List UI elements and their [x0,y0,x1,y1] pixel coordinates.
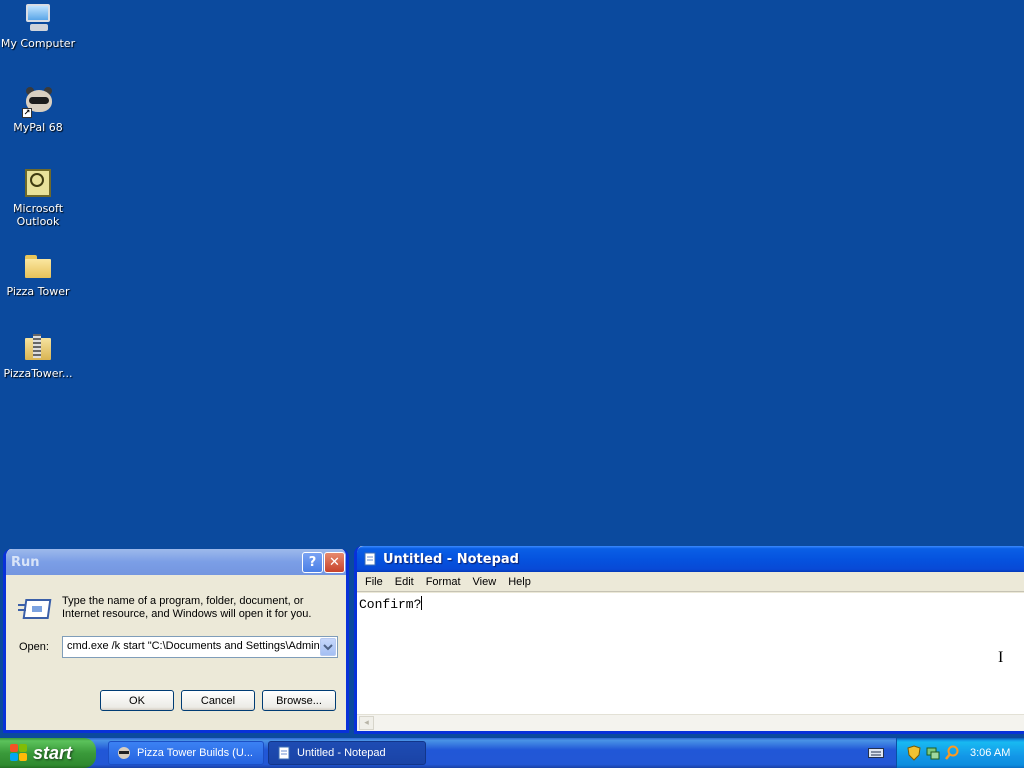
menu-edit[interactable]: Edit [389,576,420,588]
search-icon[interactable] [944,745,960,761]
menu-file[interactable]: File [359,576,389,588]
folder-icon [22,250,54,282]
run-title: Run [11,554,40,570]
task-label: Untitled - Notepad [297,747,386,759]
menu-help[interactable]: Help [502,576,537,588]
desktop-icon-outlook[interactable]: Microsoft Outlook [0,167,76,228]
outlook-icon [22,167,54,199]
help-button[interactable]: ? [302,552,323,573]
run-titlebar[interactable]: Run ? ✕ [6,549,346,575]
my-computer-icon [22,2,54,34]
mypal-icon: ↗ [22,86,54,118]
desktop-icon-label: MyPal 68 [13,121,63,134]
mypal-icon [118,747,130,759]
zip-folder-icon [22,332,54,364]
notepad-window: Untitled - Notepad File Edit Format View… [354,546,1024,734]
desktop-icon-label: PizzaTower... [3,367,73,380]
menu-view[interactable]: View [467,576,503,588]
tray-clock[interactable]: 3:06 AM [970,747,1010,759]
notepad-text-area[interactable]: Confirm? I ◂ [357,593,1024,731]
start-button[interactable]: start [0,738,96,768]
ibeam-cursor-icon: I [998,649,1004,666]
taskbar-item-notepad[interactable]: Untitled - Notepad [268,741,426,765]
windows-logo-icon [10,744,28,762]
run-program-icon [18,596,52,622]
keyboard-icon[interactable] [868,747,884,759]
scroll-left-icon[interactable]: ◂ [359,716,374,730]
desktop-icon-label: Microsoft Outlook [12,202,64,228]
cancel-button[interactable]: Cancel [181,690,255,711]
task-label: Pizza Tower Builds (U... [137,747,253,759]
notepad-titlebar[interactable]: Untitled - Notepad [357,546,1024,572]
notepad-icon [278,746,290,760]
horizontal-scrollbar[interactable]: ◂ [357,714,1024,731]
network-icon[interactable] [925,745,941,761]
desktop-icon-my-computer[interactable]: My Computer [0,2,76,50]
taskbar-item-pizza-tower-builds[interactable]: Pizza Tower Builds (U... [108,741,264,765]
dropdown-arrow-button[interactable] [320,638,336,656]
shortcut-arrow-icon: ↗ [22,108,32,118]
notepad-icon [364,552,376,566]
desktop-icon-pizza-tower-zip[interactable]: PizzaTower... [0,332,76,380]
browse-button[interactable]: Browse... [262,690,336,711]
security-shield-icon[interactable] [906,745,922,761]
desktop-icon-label: My Computer [0,37,76,50]
run-description: Type the name of a program, folder, docu… [62,595,312,620]
start-label: start [33,742,73,763]
system-tray: 3:06 AM [896,738,1024,768]
chevron-down-icon [323,644,333,651]
notepad-title: Untitled - Notepad [383,551,519,567]
desktop-icon-mypal[interactable]: ↗ MyPal 68 [0,86,76,134]
menu-format[interactable]: Format [420,576,467,588]
notepad-content: Confirm? [359,597,422,612]
notepad-menubar: File Edit Format View Help [357,572,1024,592]
desktop-icon-pizza-tower-folder[interactable]: Pizza Tower [0,250,76,298]
taskbar: start Pizza Tower Builds (U... Untitled … [0,738,1024,768]
desktop-icon-label: Pizza Tower [6,285,70,298]
ok-button[interactable]: OK [100,690,174,711]
open-label: Open: [19,641,49,653]
text-caret [421,596,423,610]
open-combobox[interactable]: cmd.exe /k start "C:\Documents and Setti… [62,636,338,658]
open-input[interactable]: cmd.exe /k start "C:\Documents and Setti… [67,640,319,652]
close-button[interactable]: ✕ [324,552,345,573]
run-dialog: Run ? ✕ Type the name of a program, fold… [3,549,349,733]
